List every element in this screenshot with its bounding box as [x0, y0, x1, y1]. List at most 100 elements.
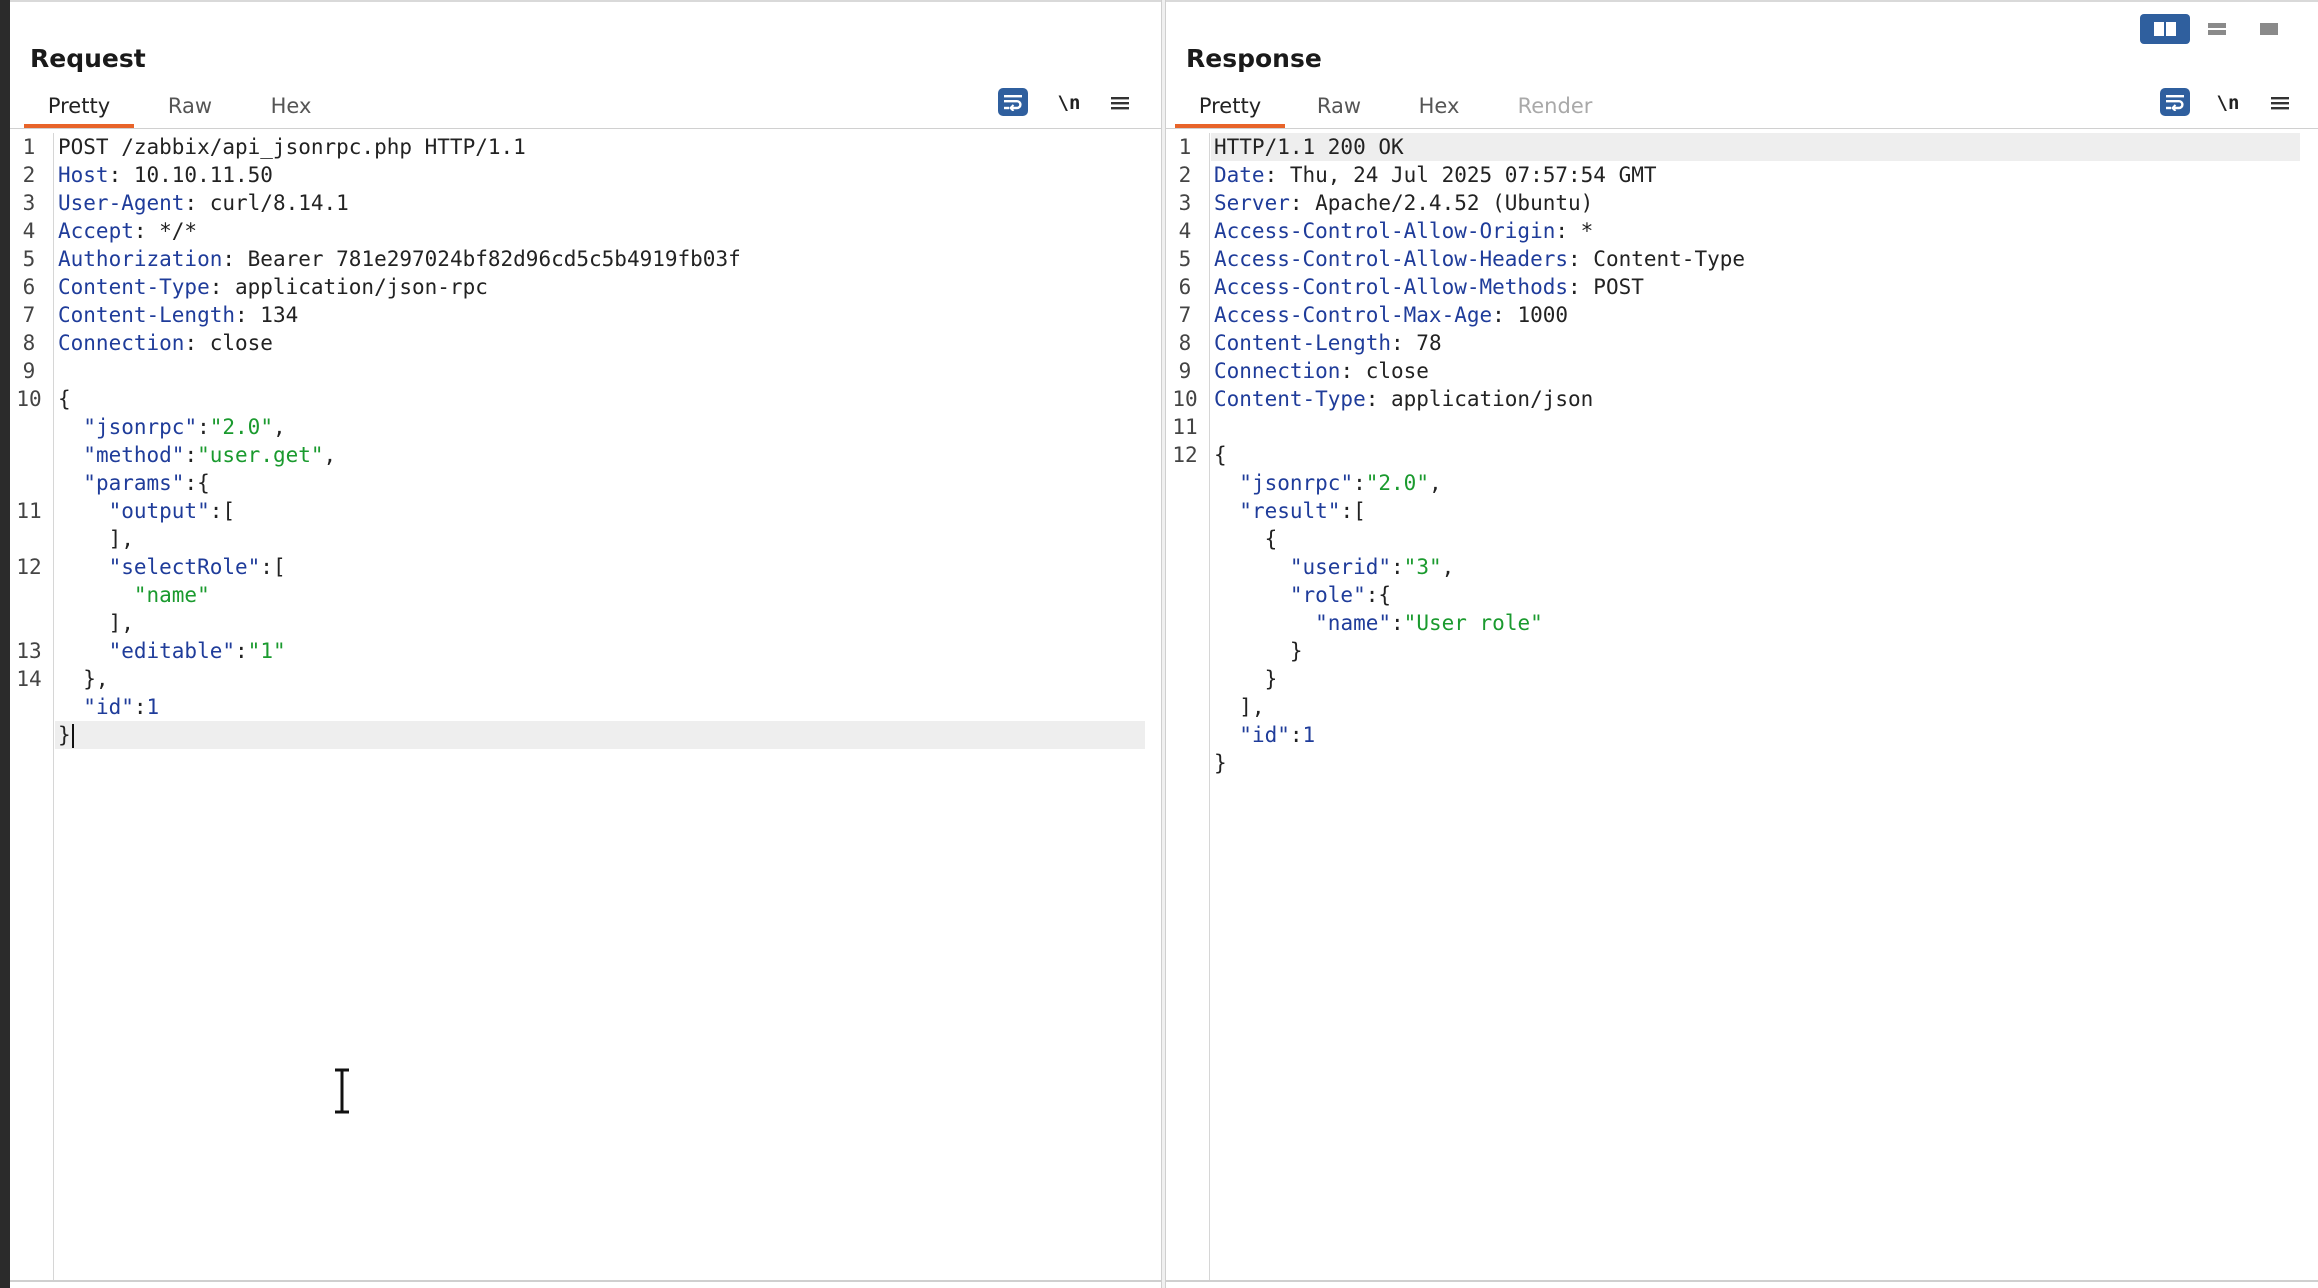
request-code-line: 4 Accept: */*	[10, 217, 1163, 245]
line-number: 11	[16, 499, 42, 523]
code-text: "id":1	[58, 693, 159, 721]
line-number: 5	[22, 247, 36, 271]
token-key: Server	[1214, 191, 1290, 215]
token-key: "id"	[1239, 723, 1290, 747]
wrap-lines-button[interactable]	[2160, 88, 2190, 116]
token-text: : application/json-rpc	[209, 275, 488, 299]
code-text: }	[1214, 749, 1227, 777]
token-text: ,	[323, 443, 337, 467]
response-code-line: 9 Connection: close	[1166, 357, 2318, 385]
token-text: : Bearer 781e297024bf82d96cd5c5b4919fb03…	[222, 247, 741, 271]
request-code-line: 8 Connection: close	[10, 329, 1163, 357]
code-text: ],	[58, 525, 134, 553]
request-tabs: Pretty Raw Hex	[10, 88, 1163, 128]
code-text: "jsonrpc":"2.0",	[1214, 469, 1441, 497]
token-text: ],	[58, 611, 134, 635]
response-tab-hex[interactable]: Hex	[1394, 88, 1484, 128]
split-columns-icon	[2154, 22, 2176, 36]
code-text: "result":[	[1214, 497, 1366, 525]
request-pane: Request Pretty Raw Hex \n 1 POST /zabbix/…	[10, 0, 1163, 1288]
layout-single-pane-button[interactable]	[2244, 14, 2294, 44]
response-pane: Response Pretty Raw Hex Render \n 1 HTTP/…	[1166, 0, 2318, 1288]
line-number: 12	[1172, 443, 1198, 467]
show-newlines-button[interactable]: \n	[1053, 88, 1085, 118]
request-code-line: 13 "editable":"1"	[10, 637, 1163, 665]
response-tab-render[interactable]: Render	[1505, 88, 1605, 128]
response-tab-raw[interactable]: Raw	[1294, 88, 1384, 128]
token-key: "output"	[108, 499, 210, 523]
response-code-line: 1 HTTP/1.1 200 OK	[1166, 133, 2318, 161]
request-tab-pretty[interactable]: Pretty	[24, 88, 134, 128]
token-key: User-Agent	[58, 191, 185, 215]
line-number: 5	[1178, 247, 1192, 271]
token-key: Access-Control-Allow-Origin	[1214, 219, 1556, 243]
token-text: : Content-Type	[1568, 247, 1746, 271]
request-title: Request	[30, 44, 146, 73]
token-key: "userid"	[1289, 555, 1392, 579]
token-number: 1	[146, 695, 160, 719]
token-key: Content-Type	[58, 275, 210, 299]
token-key: Content-Length	[1214, 331, 1392, 355]
request-code-line: 1 POST /zabbix/api_jsonrpc.php HTTP/1.1	[10, 133, 1163, 161]
token-text: :	[197, 415, 210, 439]
token-text: }	[1214, 639, 1303, 663]
token-key: Date	[1214, 163, 1265, 187]
code-text: },	[58, 665, 108, 693]
split-rows-icon	[2208, 23, 2226, 35]
code-text: "output":[	[58, 497, 235, 525]
response-tab-pretty[interactable]: Pretty	[1175, 88, 1285, 128]
response-code-line: 3 Server: Apache/2.4.52 (Ubuntu)	[1166, 189, 2318, 217]
response-code-line: 12 {	[1166, 441, 2318, 469]
code-text: POST /zabbix/api_jsonrpc.php HTTP/1.1	[58, 133, 526, 161]
token-text: ],	[1214, 695, 1265, 719]
request-code-line: "name"	[10, 581, 1163, 609]
code-text: Content-Length: 134	[58, 301, 298, 329]
token-text: : *	[1555, 219, 1594, 243]
response-menu-button[interactable]	[2266, 88, 2294, 118]
response-code-line: }	[1166, 637, 2318, 665]
token-key: Host	[58, 163, 109, 187]
request-tab-raw[interactable]: Raw	[145, 88, 235, 128]
token-key: "id"	[83, 695, 134, 719]
token-text: :[	[1340, 499, 1366, 523]
token-text: :	[1391, 611, 1404, 635]
code-text: "id":1	[1214, 721, 1315, 749]
code-text: Access-Control-Allow-Methods: POST	[1214, 273, 1644, 301]
response-editor[interactable]: 1 HTTP/1.1 200 OK 2 Date: Thu, 24 Jul 2025 …	[1166, 133, 2318, 1280]
token-text: : close	[1340, 359, 1429, 383]
layout-split-columns-button[interactable]	[2140, 14, 2190, 44]
request-editor[interactable]: 1 POST /zabbix/api_jsonrpc.php HTTP/1.1 2 H…	[10, 133, 1163, 1280]
code-text: Access-Control-Allow-Headers: Content-Ty…	[1214, 245, 1745, 273]
text-cursor-icon	[335, 1068, 349, 1114]
code-text: HTTP/1.1 200 OK	[1214, 133, 1404, 161]
left-window-edge	[0, 0, 10, 1288]
request-code-line: ],	[10, 609, 1163, 637]
token-key: "editable"	[108, 639, 236, 663]
code-text: Authorization: Bearer 781e297024bf82d96c…	[58, 245, 741, 273]
code-text: "name":"User role"	[1214, 609, 1543, 637]
line-number: 8	[22, 331, 36, 355]
token-text: : application/json	[1365, 387, 1594, 411]
response-code-line: "id":1	[1166, 721, 2318, 749]
token-key: "method"	[83, 443, 185, 467]
token-key: Access-Control-Max-Age	[1214, 303, 1493, 327]
request-menu-button[interactable]	[1106, 88, 1134, 118]
show-newlines-button[interactable]: \n	[2212, 88, 2244, 118]
code-text: }	[1214, 637, 1303, 665]
wrap-lines-button[interactable]	[998, 88, 1028, 116]
token-text: : close	[184, 331, 273, 355]
token-string: "User role"	[1403, 611, 1543, 635]
request-tab-hex[interactable]: Hex	[246, 88, 336, 128]
layout-split-rows-button[interactable]	[2192, 14, 2242, 44]
token-text: }	[1214, 667, 1278, 691]
token-text: HTTP/1.1 200 OK	[1214, 135, 1404, 159]
response-code-line: {	[1166, 525, 2318, 553]
token-text: :[	[260, 555, 286, 579]
code-text: Access-Control-Max-Age: 1000	[1214, 301, 1568, 329]
code-text: ],	[1214, 693, 1265, 721]
